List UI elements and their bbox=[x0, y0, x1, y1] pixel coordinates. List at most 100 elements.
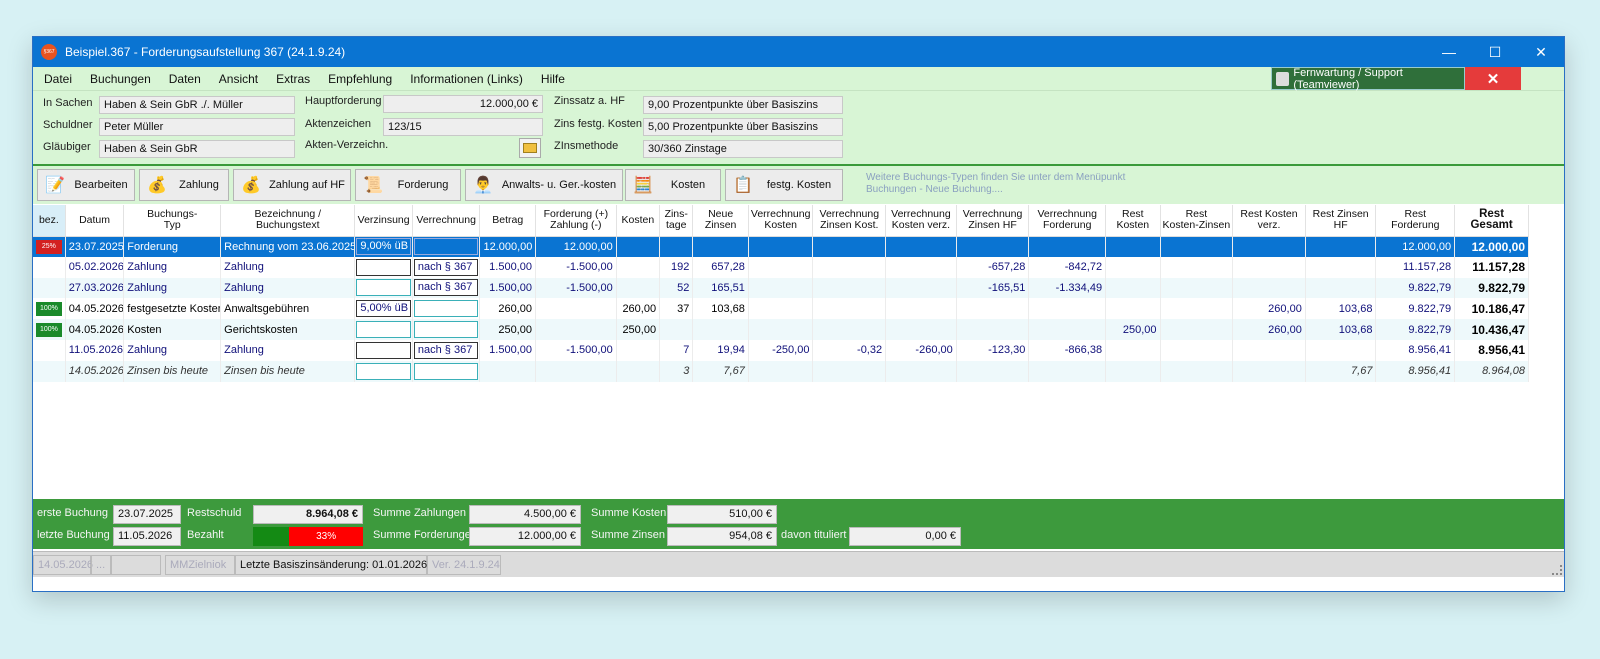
menu-informationen[interactable]: Informationen (Links) bbox=[401, 72, 532, 86]
verzinsung-field[interactable]: 9,00% üB bbox=[356, 238, 411, 256]
verzinsung-field[interactable] bbox=[356, 279, 411, 297]
cell-vkv: -260,00 bbox=[885, 339, 957, 361]
in-sachen-field[interactable]: Haben & Sein GbR ./. Müller bbox=[99, 96, 295, 114]
resize-grip-icon[interactable] bbox=[1552, 565, 1562, 575]
column-header-line2: Gesamt bbox=[1470, 219, 1513, 232]
cell-text: Zahlung bbox=[220, 256, 356, 278]
cell-datum: 05.02.2026 bbox=[65, 256, 125, 278]
cell-rkv: 260,00 bbox=[1232, 319, 1306, 340]
table-row[interactable]: 27.03.2026 Zahlung Zahlung nach § 367 1.500,… bbox=[33, 277, 1529, 299]
menu-extras[interactable]: Extras bbox=[267, 72, 319, 86]
table-row[interactable]: 14.05.2026 Zinsen bis heute Zinsen bis heu… bbox=[33, 360, 1529, 382]
cell-tage: 37 bbox=[659, 298, 694, 320]
verzinsung-field[interactable] bbox=[356, 321, 411, 339]
column-header[interactable]: Verrechnung Zinsen HF bbox=[956, 205, 1030, 237]
column-header[interactable]: Rest Zinsen HF bbox=[1305, 205, 1377, 237]
verrechnung-field[interactable] bbox=[413, 321, 479, 339]
verzinsung-field[interactable] bbox=[356, 258, 411, 276]
glaeubiger-field[interactable]: Haben & Sein GbR bbox=[99, 140, 295, 158]
zins-kosten-field[interactable]: 5,00 Prozentpunkte über Basiszins bbox=[643, 118, 843, 136]
cell-verz bbox=[354, 277, 413, 299]
column-header[interactable]: Kosten bbox=[616, 205, 661, 237]
minimize-icon[interactable]: — bbox=[1426, 37, 1472, 67]
support-label: Fernwartung / Support (Teamviewer) bbox=[1293, 66, 1403, 91]
table-row[interactable]: 100% 04.05.2026 Kosten Gerichtskosten 250,00… bbox=[33, 319, 1529, 340]
table-row[interactable]: 11.05.2026 Zahlung Zahlung nach § 367 1.500,… bbox=[33, 339, 1529, 361]
table-row[interactable]: 100% 04.05.2026 festgesetzte Kosten Anwalts… bbox=[33, 298, 1529, 320]
cell-badge bbox=[33, 256, 66, 278]
zahlung-button[interactable]: 💰 Zahlung bbox=[139, 169, 229, 201]
bearbeiten-button[interactable]: 📝 Bearbeiten bbox=[37, 169, 135, 201]
cell-rf: 9.822,79 bbox=[1375, 277, 1456, 299]
column-header[interactable]: bez. bbox=[33, 205, 66, 237]
column-header[interactable]: Datum bbox=[65, 205, 125, 237]
column-header[interactable]: Forderung (+) Zahlung (-) bbox=[535, 205, 617, 237]
menu-ansicht[interactable]: Ansicht bbox=[210, 72, 267, 86]
column-header[interactable]: Rest Gesamt bbox=[1454, 205, 1529, 237]
column-header-line2: Zahlung (-) bbox=[550, 219, 602, 232]
summary-panel: erste Buchung 23.07.2025 letzte Buchung … bbox=[33, 499, 1564, 549]
aktenzeichen-field[interactable]: 123/15 bbox=[383, 118, 543, 136]
table-header: bez. Datum Buchungs- Typ Bezeichnung / Buchun… bbox=[33, 205, 1529, 237]
cell-verz: 5,00% üB bbox=[354, 298, 413, 320]
menu-datei[interactable]: Datei bbox=[35, 72, 81, 86]
cell-text: Rechnung vom 23.06.2025 bbox=[220, 236, 356, 257]
verrechnung-field[interactable]: nach § 367 bbox=[413, 341, 479, 359]
hauptforderung-field[interactable]: 12.000,00 € bbox=[383, 95, 543, 113]
table-row[interactable]: 05.02.2026 Zahlung Zahlung nach § 367 1.500,… bbox=[33, 256, 1529, 278]
cell-vf bbox=[1028, 319, 1107, 340]
column-header[interactable]: Verrechnung Zinsen Kost. bbox=[812, 205, 887, 237]
cell-typ: Zinsen bis heute bbox=[123, 360, 222, 382]
verrechnung-field[interactable]: nach § 367 bbox=[413, 279, 479, 297]
folder-icon[interactable] bbox=[519, 138, 541, 158]
verzinsung-field[interactable] bbox=[356, 362, 411, 380]
anwalts-kosten-button[interactable]: 👨‍💼 Anwalts- u. Ger.-kosten bbox=[465, 169, 623, 201]
column-header[interactable]: Verrechnung Kosten bbox=[748, 205, 814, 237]
column-header[interactable]: Rest Kosten bbox=[1105, 205, 1161, 237]
forderung-button[interactable]: 📜 Forderung bbox=[355, 169, 461, 201]
verrechnung-field[interactable]: nach § 367 bbox=[413, 258, 479, 276]
column-header[interactable]: Rest Kosten verz. bbox=[1232, 205, 1306, 237]
column-header[interactable]: Verzinsung bbox=[354, 205, 413, 237]
column-header[interactable]: Verrechnung bbox=[412, 205, 481, 237]
in-sachen-label: In Sachen bbox=[43, 97, 93, 109]
menu-daten[interactable]: Daten bbox=[160, 72, 210, 86]
schuldner-field[interactable]: Peter Müller bbox=[99, 118, 295, 136]
cell-rkv bbox=[1232, 256, 1306, 278]
menu-hilfe[interactable]: Hilfe bbox=[532, 72, 574, 86]
support-button[interactable]: Fernwartung / Support (Teamviewer) bbox=[1271, 66, 1465, 91]
maximize-icon[interactable]: ☐ bbox=[1472, 37, 1518, 67]
festg-kosten-button[interactable]: 📋 festg. Kosten bbox=[725, 169, 843, 201]
column-header[interactable]: Neue Zinsen bbox=[692, 205, 749, 237]
kosten-button[interactable]: 🧮 Kosten bbox=[625, 169, 721, 201]
close-icon[interactable]: ✕ bbox=[1518, 37, 1564, 67]
column-header[interactable]: Betrag bbox=[479, 205, 536, 237]
verrechnung-field[interactable] bbox=[413, 300, 479, 318]
column-header[interactable]: Verrechnung Kosten verz. bbox=[885, 205, 957, 237]
table-row[interactable]: 25% 23.07.2025 Forderung Rechnung vom 23.06… bbox=[33, 236, 1529, 257]
verzinsung-field[interactable] bbox=[356, 341, 411, 359]
column-header[interactable]: Zins-tage bbox=[659, 205, 694, 237]
menu-buchungen[interactable]: Buchungen bbox=[81, 72, 160, 86]
cell-rk bbox=[1105, 298, 1161, 320]
column-header[interactable]: Bezeichnung / Buchungstext bbox=[220, 205, 356, 237]
column-header[interactable]: Verrechnung Forderung bbox=[1028, 205, 1107, 237]
close-case-button[interactable]: ✕ bbox=[1465, 67, 1521, 90]
cell-betrag bbox=[479, 360, 536, 382]
column-header[interactable]: Rest Kosten-Zinsen bbox=[1160, 205, 1234, 237]
menu-empfehlung[interactable]: Empfehlung bbox=[319, 72, 401, 86]
cell-kosten bbox=[616, 236, 661, 257]
verrechnung-field[interactable] bbox=[413, 238, 479, 256]
column-header-line1: Kosten bbox=[621, 213, 655, 226]
zinsmethode-field[interactable]: 30/360 Zinstage bbox=[643, 140, 843, 158]
cell-vf: -842,72 bbox=[1028, 256, 1107, 278]
verrechnung-field[interactable] bbox=[413, 362, 479, 380]
column-header[interactable]: Rest Forderung bbox=[1375, 205, 1456, 237]
zahlung-auf-hf-button[interactable]: 💰 Zahlung auf HF bbox=[233, 169, 351, 201]
cell-vkv bbox=[885, 256, 957, 278]
zinssatz-hf-field[interactable]: 9,00 Prozentpunkte über Basiszins bbox=[643, 96, 843, 114]
cell-rk bbox=[1105, 277, 1161, 299]
verzinsung-field[interactable]: 5,00% üB bbox=[356, 300, 411, 318]
status-version: Ver. 24.1.9.24 bbox=[427, 555, 501, 575]
column-header[interactable]: Buchungs- Typ bbox=[123, 205, 222, 237]
